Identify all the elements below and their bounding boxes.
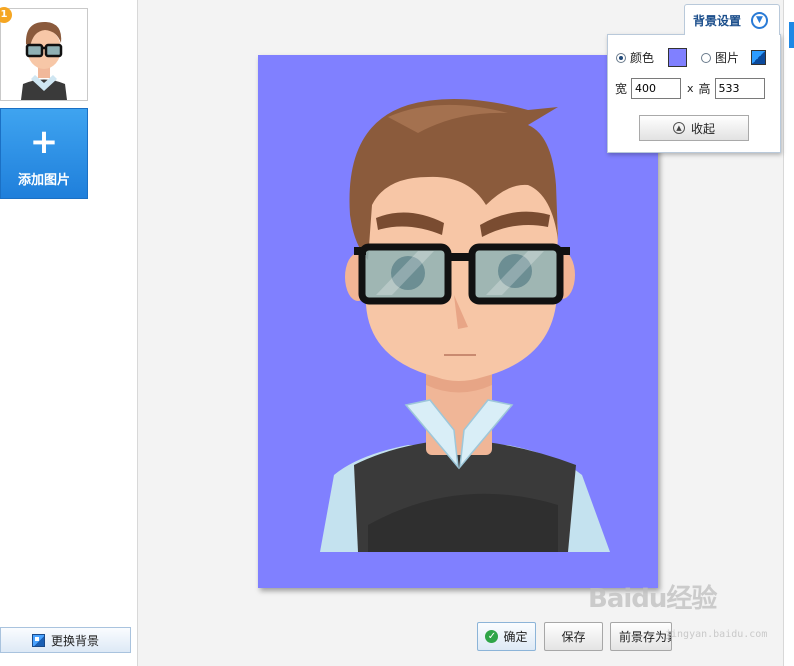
background-settings-panel: 颜色 图片 宽 x 高 ▲ 收起 — [607, 34, 781, 153]
color-swatch[interactable] — [668, 48, 688, 67]
width-input[interactable] — [631, 78, 682, 99]
width-label: 宽 — [615, 82, 628, 96]
save-foreground-label: 前景存为素材 — [619, 630, 671, 644]
plus-icon: + — [29, 122, 59, 162]
size-row: 宽 x 高 — [615, 78, 765, 99]
image-picker-icon[interactable] — [751, 50, 767, 65]
save-foreground-button[interactable]: 前景存为素材 — [610, 622, 672, 651]
glasses-bridge — [446, 253, 474, 261]
height-label: 高 — [698, 82, 711, 96]
add-image-label: 添加图片 — [17, 173, 70, 188]
photo-canvas[interactable] — [258, 55, 658, 588]
collapse-label: 收起 — [690, 121, 715, 136]
collapse-button[interactable]: ▲ 收起 — [639, 115, 749, 141]
background-type-row: 颜色 图片 — [616, 48, 767, 67]
right-edge-panel — [783, 0, 794, 666]
baidu-watermark-url: jingyan.baidu.com — [665, 629, 768, 640]
add-image-button[interactable]: + 添加图片 — [0, 108, 88, 199]
color-option-label: 颜色 — [630, 51, 655, 65]
image-radio[interactable] — [701, 52, 712, 63]
height-input[interactable] — [714, 78, 765, 99]
change-background-label: 更换背景 — [50, 633, 99, 648]
save-label: 保存 — [561, 630, 586, 644]
times-label: x — [687, 82, 694, 95]
change-background-button[interactable]: 更换背景 — [0, 627, 131, 653]
check-icon: ✓ — [485, 630, 499, 643]
save-button[interactable]: 保存 — [544, 622, 603, 651]
confirm-button[interactable]: ✓ 确定 — [477, 622, 536, 651]
image-option-label: 图片 — [715, 51, 740, 65]
color-radio[interactable] — [616, 52, 626, 63]
picture-icon — [31, 633, 45, 647]
image-option: 图片 — [701, 49, 739, 66]
background-settings-tab[interactable]: 背景设置 ▼ — [684, 4, 780, 35]
background-settings-title: 背景设置 — [693, 13, 742, 28]
image-thumbnail[interactable] — [0, 8, 88, 101]
avatar-illustration — [258, 55, 658, 588]
thumbnail-avatar — [1, 9, 87, 100]
confirm-label: 确定 — [503, 630, 528, 644]
chevron-up-icon: ▲ — [672, 122, 685, 134]
right-edge-accent — [789, 22, 794, 48]
left-sidebar: 1 + 添加图片 更换背景 — [0, 0, 138, 666]
chevron-down-icon[interactable]: ▼ — [751, 11, 769, 29]
